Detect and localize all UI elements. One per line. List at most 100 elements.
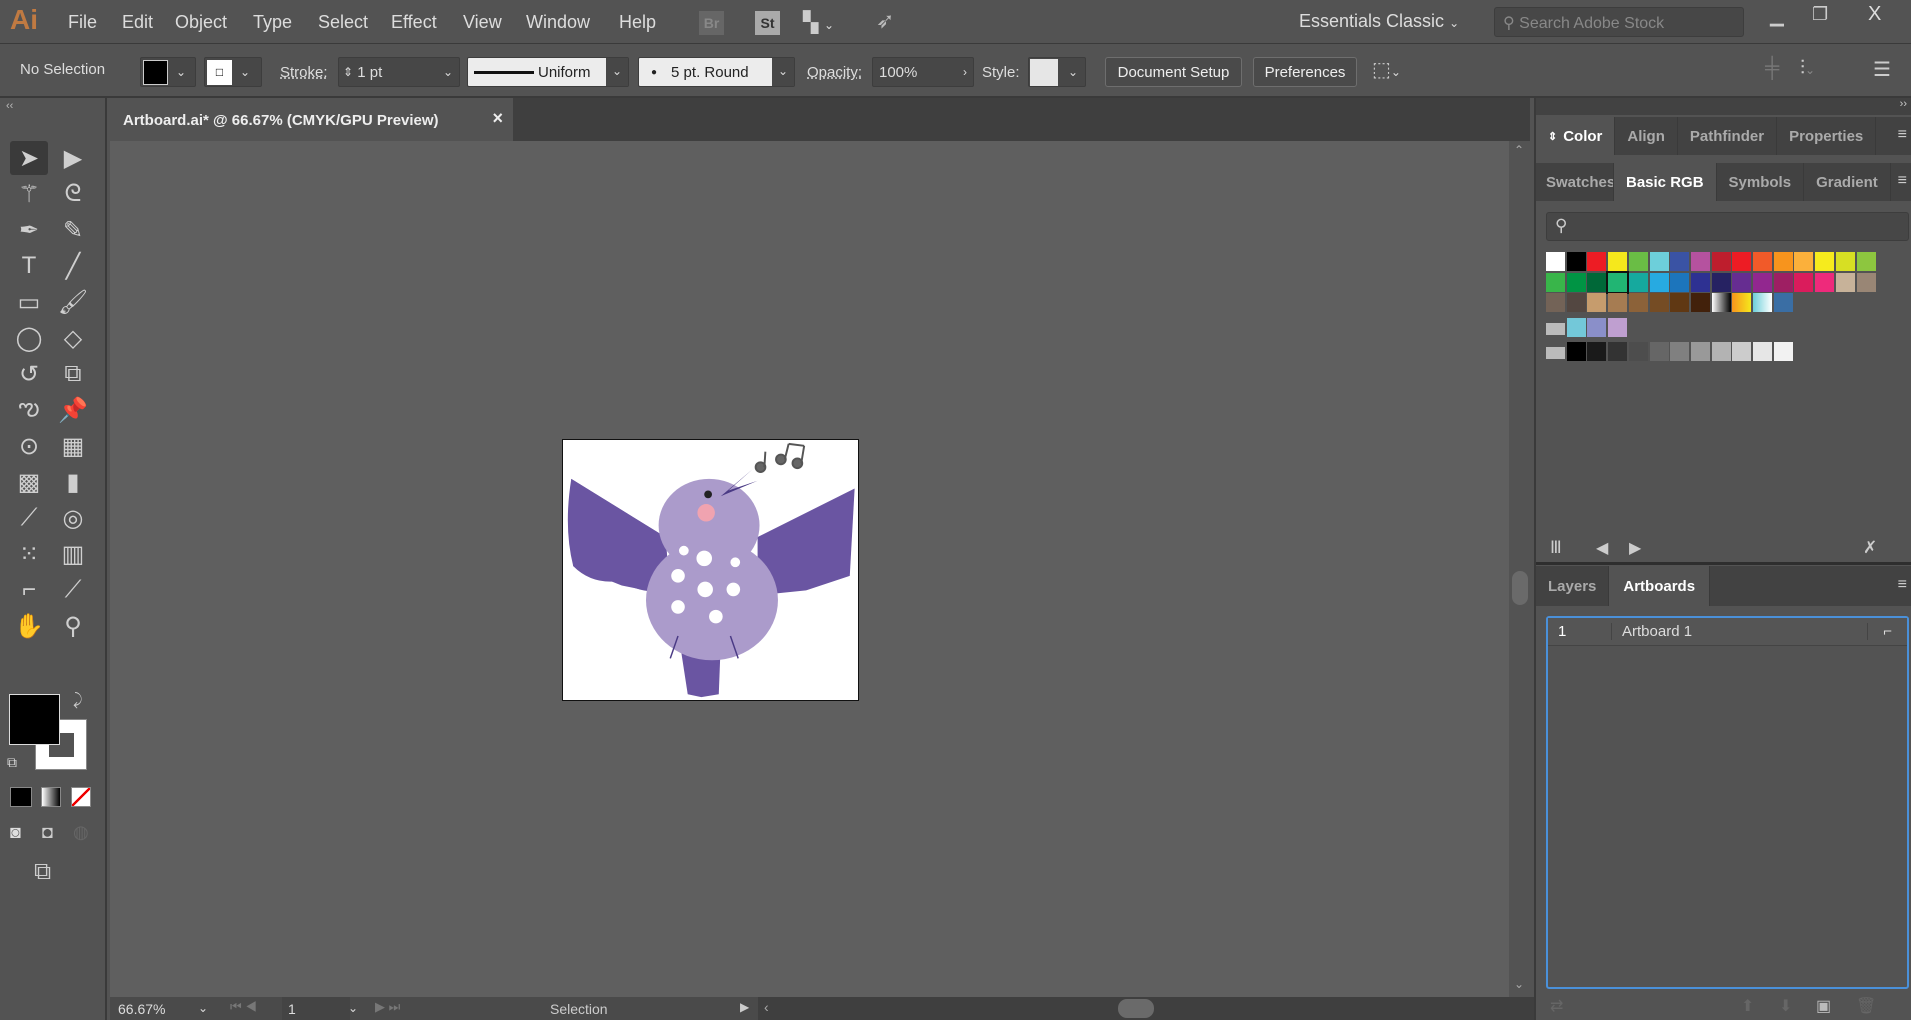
color-swatch[interactable] — [1546, 252, 1565, 271]
rectangle-tool-icon[interactable]: ▭ — [10, 285, 48, 319]
artboard-tool-icon[interactable]: ⌐ — [10, 573, 48, 607]
next-artboard-icon[interactable]: ▶ ⏭ — [375, 999, 400, 1015]
stroke-label[interactable]: Stroke: — [280, 64, 328, 81]
color-swatch[interactable] — [1566, 293, 1586, 313]
color-swatch[interactable] — [1732, 293, 1752, 313]
pen-tool-icon[interactable]: ✒ — [10, 213, 48, 247]
color-group-folder-icon[interactable] — [1546, 347, 1565, 359]
color-swatch[interactable] — [1753, 293, 1772, 313]
magic-wand-icon[interactable]: ⚚ — [10, 177, 48, 211]
graphic-style-dropdown[interactable]: ⌄ — [1028, 57, 1086, 87]
screen-mode-icon[interactable]: ⧉ — [34, 858, 51, 886]
color-swatch[interactable] — [1606, 270, 1630, 294]
color-swatch[interactable] — [1566, 342, 1586, 361]
line-tool-icon[interactable]: ╱ — [54, 249, 92, 283]
artboard-number-field[interactable]: 1 — [282, 997, 350, 1020]
color-swatch[interactable] — [1670, 293, 1690, 313]
color-swatch[interactable] — [1628, 252, 1648, 271]
scale-tool-icon[interactable]: ⧉ — [54, 357, 92, 391]
transform-icon[interactable]: ⫶⌄ — [1800, 57, 1815, 80]
draw-behind-icon[interactable]: ◘ — [42, 822, 53, 843]
horizontal-scroll-thumb[interactable] — [1118, 999, 1154, 1018]
color-swatch[interactable] — [1587, 342, 1607, 361]
paintbrush-icon[interactable]: 🖌 — [54, 285, 92, 319]
color-swatch[interactable] — [1794, 252, 1814, 271]
color-swatch[interactable] — [1546, 293, 1565, 313]
hand-tool-icon[interactable]: ✋ — [10, 609, 48, 643]
align-icon[interactable]: ╪ — [1765, 57, 1779, 80]
close-tab-icon[interactable]: × — [492, 108, 503, 129]
restore-icon[interactable]: ❐ — [1812, 4, 1828, 25]
color-swatch[interactable] — [1566, 318, 1586, 337]
scroll-down-icon[interactable]: ⌄ — [1514, 977, 1524, 991]
color-swatch[interactable] — [1587, 272, 1607, 292]
type-tool-icon[interactable]: T — [10, 249, 48, 283]
next-library-icon[interactable]: ▶ — [1629, 538, 1641, 558]
eyedropper-icon[interactable]: ⟋ — [10, 501, 48, 535]
color-swatch[interactable] — [1649, 293, 1669, 313]
color-swatch[interactable] — [1670, 272, 1690, 292]
color-swatch[interactable] — [1628, 272, 1648, 292]
color-swatch[interactable] — [1690, 272, 1710, 292]
color-swatch[interactable] — [1815, 252, 1835, 271]
color-swatch[interactable] — [1773, 293, 1793, 313]
tab-swatches[interactable]: Swatches — [1536, 163, 1614, 201]
stroke-stepper-icon[interactable]: ⇕ — [343, 65, 353, 79]
tab-symbols[interactable]: Symbols — [1717, 163, 1805, 201]
stroke-color-dropdown[interactable]: □ ⌄ — [204, 57, 262, 87]
collapse-panels-icon[interactable]: ›› — [1900, 98, 1907, 110]
tab-gradient[interactable]: Gradient — [1804, 163, 1891, 201]
menu-help[interactable]: Help — [619, 12, 656, 33]
shape-builder-icon[interactable]: ⊙ — [10, 429, 48, 463]
move-down-icon[interactable]: ⬇ — [1779, 996, 1792, 1016]
menu-window[interactable]: Window — [526, 12, 590, 33]
menu-view[interactable]: View — [463, 12, 502, 33]
opacity-field[interactable]: 100% › — [872, 57, 974, 87]
fill-color-dropdown[interactable]: ⌄ — [140, 57, 196, 87]
color-swatch[interactable] — [1628, 293, 1648, 313]
color-swatch[interactable] — [1835, 252, 1855, 271]
artboard-row[interactable]: 1 Artboard 1 ⌐ — [1548, 618, 1907, 646]
perspective-grid-icon[interactable]: ▦ — [54, 429, 92, 463]
color-mode-icon[interactable] — [10, 787, 32, 807]
color-swatch[interactable] — [1649, 252, 1669, 271]
delete-artboard-icon[interactable]: 🗑 — [1856, 996, 1876, 1016]
rearrange-all-icon[interactable]: ⇄ — [1550, 996, 1563, 1016]
tab-align[interactable]: Align — [1615, 117, 1678, 155]
artboard[interactable] — [562, 439, 859, 701]
color-swatch[interactable] — [1608, 318, 1628, 337]
zoom-dropdown-icon[interactable]: ⌄ — [198, 1001, 208, 1015]
rotate-tool-icon[interactable]: ↺ — [10, 357, 48, 391]
gpu-performance-rocket-icon[interactable]: ➶ — [876, 8, 894, 34]
previous-library-icon[interactable]: ◀ — [1596, 538, 1608, 558]
panel-menu-icon[interactable]: ≡ — [1898, 576, 1907, 594]
gradient-tool-icon[interactable]: ▮ — [54, 465, 92, 499]
color-swatch[interactable] — [1587, 293, 1607, 313]
lasso-icon[interactable]: ᘓ — [54, 177, 92, 211]
swatch-search-input[interactable]: ⚲ — [1546, 212, 1909, 241]
color-swatch[interactable] — [1815, 272, 1835, 292]
draw-normal-icon[interactable]: ◙ — [10, 822, 21, 843]
scroll-left-icon[interactable]: ‹ — [764, 999, 769, 1015]
color-swatch[interactable] — [1753, 342, 1772, 361]
color-swatch[interactable] — [1732, 252, 1752, 271]
swap-fill-stroke-icon[interactable]: ⤸ — [73, 692, 83, 710]
panel-menu-icon[interactable]: ≡ — [1898, 126, 1907, 144]
panel-menu-icon[interactable]: ☰ — [1873, 57, 1891, 82]
color-group-folder-icon[interactable] — [1546, 323, 1565, 335]
color-swatch[interactable] — [1566, 272, 1586, 292]
selection-tool-icon[interactable]: ➤ — [10, 141, 48, 175]
color-swatch[interactable] — [1608, 342, 1628, 361]
new-artboard-icon[interactable]: ▣ — [1816, 996, 1831, 1016]
tab-basic-rgb[interactable]: Basic RGB — [1614, 163, 1717, 201]
artboard-name[interactable]: Artboard 1 — [1612, 623, 1867, 640]
color-swatch[interactable] — [1587, 318, 1607, 337]
collapse-toolbar-icon[interactable]: ‹‹ — [6, 100, 13, 112]
column-graph-icon[interactable]: ▥ — [54, 537, 92, 571]
arrange-documents-icon[interactable]: ▚ ⌄ — [803, 10, 834, 35]
opacity-label[interactable]: Opacity: — [807, 64, 862, 81]
vertical-scroll-thumb[interactable] — [1512, 571, 1528, 605]
menu-effect[interactable]: Effect — [391, 12, 437, 33]
menu-object[interactable]: Object — [175, 12, 227, 33]
menu-type[interactable]: Type — [253, 12, 292, 33]
